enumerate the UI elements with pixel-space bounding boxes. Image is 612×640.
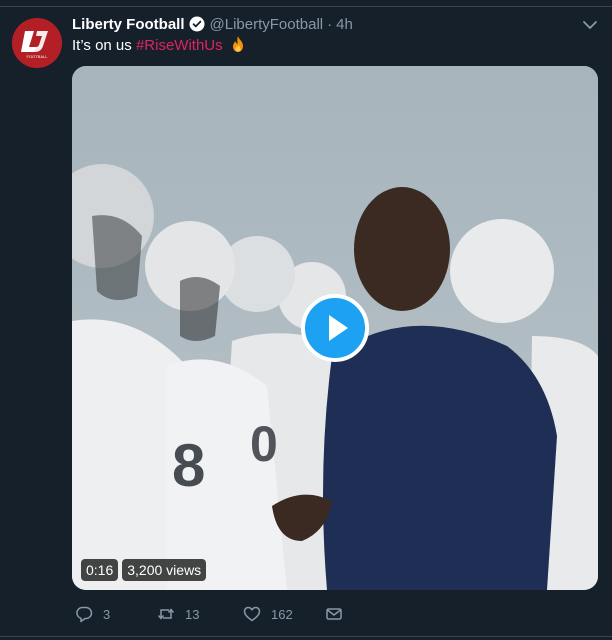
fire-emoji-icon — [229, 35, 247, 53]
coach-head — [354, 187, 450, 311]
verified-badge-icon — [189, 16, 205, 32]
avatar-text: FOOTBALL — [27, 54, 49, 59]
retweet-button[interactable]: 13 — [157, 605, 243, 623]
tweet-actions: 3 13 162 — [75, 604, 343, 624]
bottom-divider — [0, 636, 612, 637]
retweet-icon — [157, 608, 175, 620]
retweet-count: 13 — [185, 606, 200, 622]
tweet-body: It’s on us — [72, 37, 132, 54]
display-name[interactable]: Liberty Football — [72, 16, 185, 33]
video-meta: 0:16 3,200 views — [81, 559, 207, 581]
chevron-down-icon[interactable] — [582, 18, 598, 32]
jersey-number-graphic: 0 — [250, 416, 278, 472]
reply-count: 3 — [103, 606, 111, 622]
tweet-text: It’s on us #RiseWithUs — [72, 35, 247, 56]
coach-shirt — [323, 325, 557, 590]
envelope-icon — [326, 608, 342, 620]
helmet-shape — [450, 219, 554, 323]
reply-icon — [76, 606, 93, 623]
view-count: 3,200 views — [122, 559, 207, 581]
video-duration: 0:16 — [81, 559, 119, 581]
reply-button[interactable]: 3 — [75, 605, 157, 623]
direct-message-button[interactable] — [325, 605, 343, 623]
timestamp[interactable]: 4h — [336, 16, 353, 33]
top-divider — [0, 6, 612, 7]
like-count: 162 — [271, 606, 293, 622]
like-button[interactable]: 162 — [243, 605, 325, 623]
hashtag-link[interactable]: #RiseWithUs — [136, 37, 223, 54]
play-button[interactable] — [301, 294, 369, 362]
video-player[interactable]: 8 0 0:16 3,200 views — [72, 66, 598, 590]
separator-dot: · — [327, 15, 333, 33]
tweet-header: Liberty Football @LibertyFootball · 4h — [72, 14, 353, 34]
heart-icon — [243, 606, 261, 622]
handle[interactable]: @LibertyFootball — [210, 16, 324, 33]
jersey-number-graphic: 8 — [172, 432, 205, 499]
play-icon — [329, 315, 348, 341]
facemask-shape — [180, 277, 220, 341]
avatar[interactable]: FOOTBALL — [12, 18, 62, 68]
